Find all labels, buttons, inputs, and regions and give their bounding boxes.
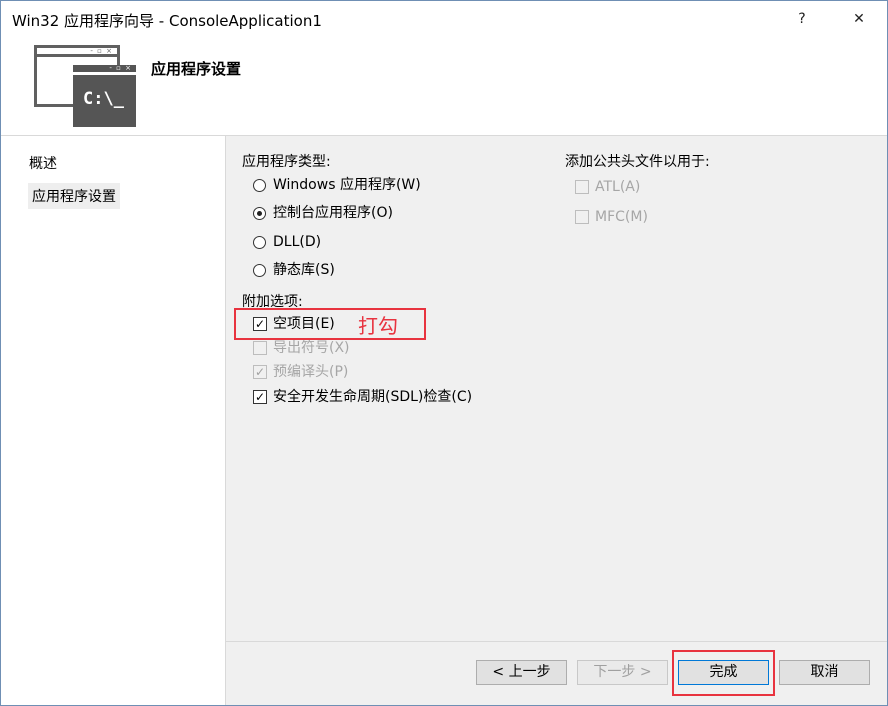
checkbox-sdl-checks[interactable]: ✓ 安全开发生命周期(SDL)检查(C) — [226, 387, 526, 407]
checkbox-precompiled-header: ✓ 预编译头(P) — [253, 364, 349, 380]
radio-dll[interactable]: DLL(D) — [226, 232, 426, 252]
nav-item-app-settings[interactable]: 应用程序设置 — [28, 183, 120, 209]
window-controls-icon: - ▫ × — [90, 47, 113, 55]
console-app-icon: - ▫ × - ▫ × C:\_ — [31, 45, 139, 127]
settings-panel: 应用程序类型: Windows 应用程序(W) 控制台应用程序(O) DLL(D… — [226, 136, 887, 705]
help-button[interactable]: ? — [787, 7, 817, 31]
wizard-header: - ▫ × - ▫ × C:\_ 应用程序设置 — [1, 37, 887, 136]
footer-divider — [226, 641, 887, 642]
title-bar: Win32 应用程序向导 - ConsoleApplication1 ? ✕ — [1, 1, 887, 37]
annotation-check-text: 打勾 — [358, 314, 398, 338]
page-title: 应用程序设置 — [151, 60, 242, 78]
checkbox-disabled — [575, 210, 589, 224]
checkbox-atl: ATL(A) — [548, 177, 668, 197]
checkbox-checked[interactable]: ✓ — [253, 390, 267, 404]
nav-item-overview[interactable]: 概述 — [29, 153, 57, 173]
checkbox-export-symbols: 导出符号(X) — [226, 338, 456, 358]
checkbox-disabled — [575, 180, 589, 194]
window-title: Win32 应用程序向导 - ConsoleApplication1 — [12, 12, 322, 30]
radio-console-app[interactable]: 控制台应用程序(O) — [226, 203, 426, 223]
radio-button[interactable] — [253, 236, 266, 249]
checkbox-disabled — [253, 341, 267, 355]
radio-static-lib[interactable]: 静态库(S) — [226, 260, 426, 280]
checkbox-disabled-checked: ✓ — [253, 365, 267, 379]
wizard-window: Win32 应用程序向导 - ConsoleApplication1 ? ✕ -… — [0, 0, 888, 706]
window-controls-icon: - ▫ × — [109, 64, 132, 72]
common-headers-label: 添加公共头文件以用于: — [565, 154, 710, 170]
radio-button-selected[interactable] — [253, 207, 266, 220]
cancel-button[interactable]: 取消 — [779, 660, 870, 685]
annotation-finish-highlight-box — [672, 650, 775, 696]
prev-button[interactable]: < 上一步 — [476, 660, 567, 685]
console-window-icon: - ▫ × C:\_ — [73, 65, 136, 127]
checkbox-mfc: MFC(M) — [548, 207, 668, 227]
console-prompt-text: C:\_ — [83, 89, 124, 109]
next-button: 下一步 > — [577, 660, 668, 685]
wizard-nav: 概述 应用程序设置 — [1, 136, 226, 705]
radio-button[interactable] — [253, 179, 266, 192]
close-button[interactable]: ✕ — [844, 7, 874, 31]
radio-windows-app[interactable]: Windows 应用程序(W) — [226, 175, 426, 195]
app-type-label: 应用程序类型: — [242, 154, 331, 170]
radio-button[interactable] — [253, 264, 266, 277]
